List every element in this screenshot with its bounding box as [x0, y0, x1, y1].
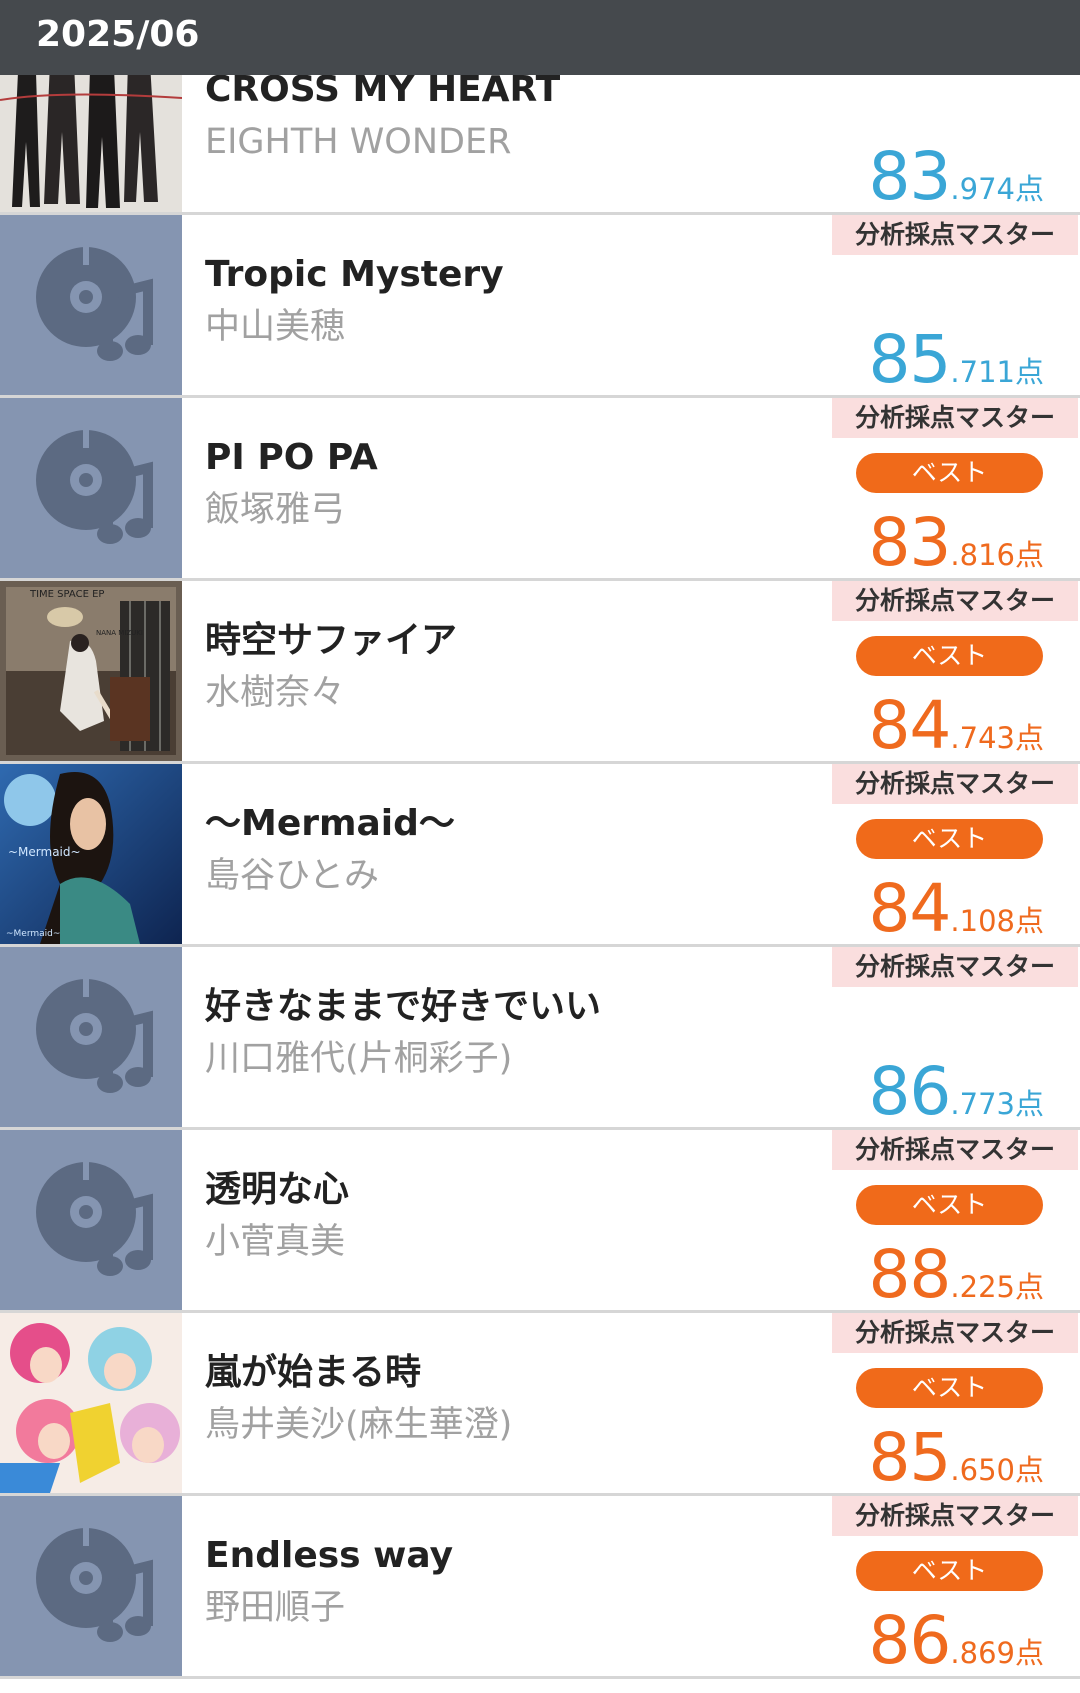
score-decimal: .869点	[950, 1636, 1044, 1670]
song-title: 時空サファイア	[205, 620, 458, 661]
score-decimal: .650点	[950, 1453, 1044, 1487]
score-integer: 85	[868, 321, 951, 398]
score-integer: 83	[868, 138, 951, 215]
list-item[interactable]: 分析採点マスター ベスト Endless way 野田順子 86.869点	[0, 1496, 1080, 1679]
album-art-time-space-ep: TIME SPACE EP NANA MIZUKI	[0, 581, 182, 761]
song-title: 好きなままで好きでいい	[205, 986, 602, 1027]
best-badge: ベスト	[856, 453, 1043, 493]
music-disc-icon	[0, 1130, 182, 1310]
scoring-mode-tag: 分析採点マスター	[832, 215, 1078, 255]
scoring-mode-tag: 分析採点マスター	[832, 764, 1078, 804]
app-header: 2025/06	[0, 0, 1080, 75]
music-disc-icon	[0, 1496, 182, 1676]
scoring-mode-tag: 分析採点マスター	[832, 398, 1078, 438]
scoring-mode-tag: 分析採点マスター	[832, 1130, 1078, 1170]
score-integer: 88	[868, 1236, 951, 1313]
best-badge: ベスト	[856, 636, 1043, 676]
music-disc-icon	[0, 215, 182, 395]
artist-name: 中山美穂	[205, 307, 346, 347]
song-title: 透明な心	[205, 1169, 350, 1210]
album-art-anime	[0, 1313, 182, 1493]
scoring-mode-tag: 分析採点マスター	[832, 1496, 1078, 1536]
scoring-mode-tag: 分析採点マスター	[832, 947, 1078, 987]
best-badge: ベスト	[856, 1368, 1043, 1408]
score: 86.869点	[868, 1606, 1044, 1693]
score-integer: 84	[868, 687, 951, 764]
music-disc-icon	[0, 947, 182, 1127]
list-item[interactable]: ~Mermaid~ ~Mermaid~ 分析採点マスター ベスト 〜Mermai…	[0, 764, 1080, 947]
score-decimal: .225点	[950, 1270, 1044, 1304]
album-art-caption-bottom: ~Mermaid~	[6, 929, 60, 939]
score-integer: 86	[868, 1053, 951, 1130]
scoring-mode-tag: 分析採点マスター	[832, 1313, 1078, 1353]
list-item[interactable]: 分析採点マスター ベスト 透明な心 小菅真美 88.225点	[0, 1130, 1080, 1313]
score-integer: 83	[868, 504, 951, 581]
album-art-caption: ~Mermaid~	[8, 845, 81, 859]
score-integer: 84	[868, 870, 951, 947]
score-decimal: .974点	[950, 172, 1044, 206]
artist-name: 野田順子	[205, 1588, 346, 1628]
score-decimal: .711点	[950, 355, 1044, 389]
song-title: Endless way	[205, 1535, 454, 1576]
album-art-mermaid: ~Mermaid~ ~Mermaid~	[0, 764, 182, 944]
score-integer: 85	[868, 1419, 951, 1496]
score-decimal: .108点	[950, 904, 1044, 938]
best-badge: ベスト	[856, 1185, 1043, 1225]
artist-name: 島谷ひとみ	[205, 856, 379, 896]
artist-name: 鳥井美沙(麻生華澄)	[205, 1405, 513, 1445]
song-title: PI PO PA	[205, 437, 378, 478]
album-art-caption-artist: NANA MIZUKI	[96, 629, 143, 637]
list-item[interactable]: 分析採点マスター Tropic Mystery 中山美穂 85.711点	[0, 215, 1080, 398]
score-decimal: .743点	[950, 721, 1044, 755]
score-decimal: .816点	[950, 538, 1044, 572]
music-disc-icon	[0, 398, 182, 578]
song-title: 嵐が始まる時	[205, 1352, 422, 1393]
artist-name: 飯塚雅弓	[205, 490, 346, 530]
artist-name: EIGHTH WONDER	[205, 122, 512, 162]
best-badge: ベスト	[856, 1551, 1043, 1591]
score-decimal: .773点	[950, 1087, 1044, 1121]
scoring-mode-tag: 分析採点マスター	[832, 581, 1078, 621]
best-badge: ベスト	[856, 819, 1043, 859]
score-integer: 86	[868, 1602, 951, 1679]
list-item[interactable]: 分析採点マスター ベスト 嵐が始まる時 鳥井美沙(麻生華澄) 85.650点	[0, 1313, 1080, 1496]
artist-name: 水樹奈々	[205, 673, 346, 713]
list-item[interactable]: TIME SPACE EP NANA MIZUKI 分析採点マスター ベスト 時…	[0, 581, 1080, 764]
list-item[interactable]: 分析採点マスター ベスト PI PO PA 飯塚雅弓 83.816点	[0, 398, 1080, 581]
song-title: Tropic Mystery	[205, 254, 504, 295]
artist-name: 小菅真美	[205, 1222, 346, 1262]
month-title: 2025/06	[36, 14, 200, 55]
song-title: 〜Mermaid〜	[205, 803, 455, 844]
list-item[interactable]: 分析採点マスター 好きなままで好きでいい 川口雅代(片桐彩子) 86.773点	[0, 947, 1080, 1130]
album-art-caption: TIME SPACE EP	[29, 589, 104, 600]
artist-name: 川口雅代(片桐彩子)	[205, 1039, 513, 1079]
